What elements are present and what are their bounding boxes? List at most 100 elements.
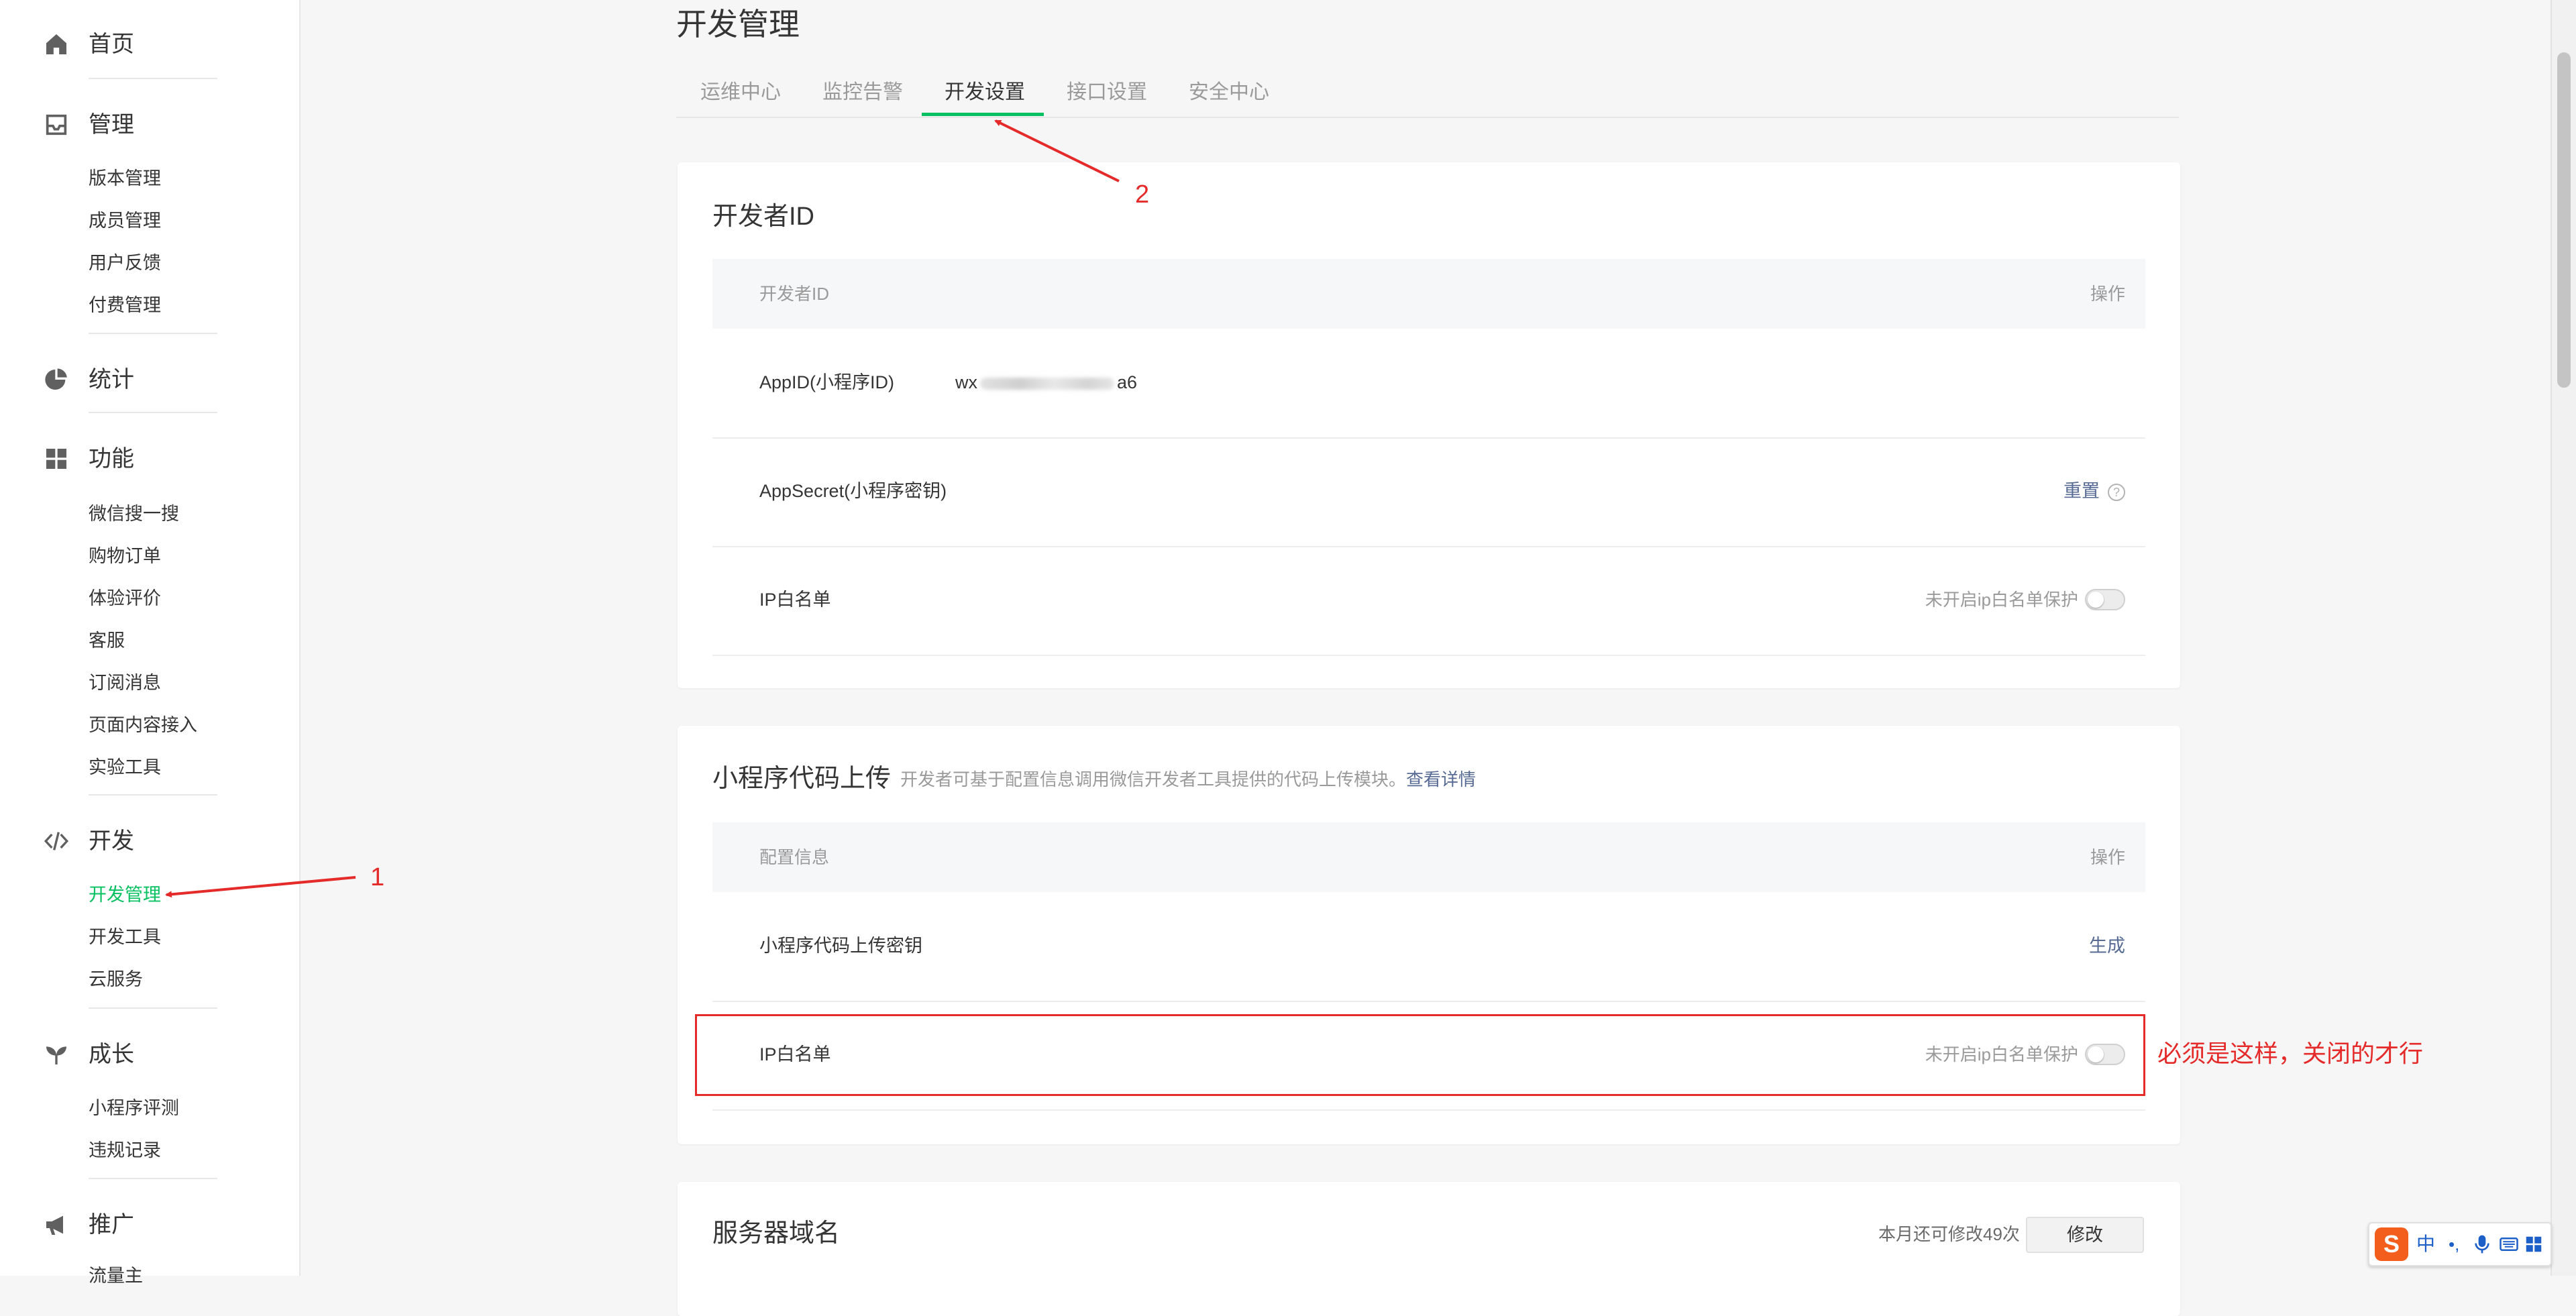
ip-whitelist-label: IP白名单 [759, 590, 831, 610]
nav-group-label: 管理 [89, 112, 134, 138]
sidebar-item-content-access[interactable]: 页面内容接入 [89, 712, 197, 738]
ime-toolbar[interactable]: S 中 •, [2368, 1222, 2552, 1266]
table-row: IP白名单 未开启ip白名单保护 [712, 546, 2145, 656]
card-title: 开发者ID [712, 203, 815, 231]
scrollbar-thumb[interactable] [2557, 52, 2571, 388]
nav-group-label: 推广 [89, 1212, 134, 1238]
sidebar-item-payment[interactable]: 付费管理 [89, 292, 161, 319]
annotation-number-2: 2 [1135, 180, 1150, 209]
tab-ops-center[interactable]: 运维中心 [700, 76, 781, 109]
tab-bar: 运维中心 监控告警 开发设置 接口设置 安全中心 [676, 72, 2179, 118]
nav-group-promotion[interactable]: 推广 [0, 1198, 299, 1245]
sidebar-item-customer-service[interactable]: 客服 [89, 627, 125, 654]
table-row: AppSecret(小程序密钥) 重置? [712, 437, 2145, 547]
punctuation-icon[interactable]: •, [2449, 1234, 2459, 1254]
divider [89, 333, 217, 334]
sidebar-item-subscribe-msg[interactable]: 订阅消息 [89, 669, 161, 696]
nav-group-label: 统计 [89, 367, 134, 392]
tab-dev-settings[interactable]: 开发设置 [945, 76, 1025, 109]
nav-group-home[interactable]: 首页 [0, 17, 299, 64]
annotation-number-1: 1 [370, 863, 385, 891]
nav-group-label: 功能 [89, 446, 134, 472]
nav-group-label: 成长 [89, 1042, 134, 1067]
toolbox-grid-icon[interactable] [2524, 1234, 2544, 1254]
divider [89, 412, 217, 413]
view-details-link[interactable]: 查看详情 [1406, 769, 1476, 789]
ime-language[interactable]: 中 [2416, 1230, 2435, 1258]
active-tab-indicator [922, 113, 1044, 116]
page-scrollbar[interactable] [2551, 0, 2576, 1276]
upload-key-label: 小程序代码上传密钥 [759, 936, 922, 956]
modify-quota: 本月还可修改49次 [1878, 1224, 2020, 1244]
nav-group-label: 首页 [89, 32, 134, 57]
sidebar-item-traffic[interactable]: 流量主 [89, 1262, 143, 1289]
nav-group-develop[interactable]: 开发 [0, 814, 299, 861]
sidebar-item-violations[interactable]: 违规记录 [89, 1137, 161, 1164]
sidebar-item-version[interactable]: 版本管理 [89, 165, 161, 192]
table-row: 小程序代码上传密钥 生成 [712, 892, 2145, 1002]
annotation-highlight-box [695, 1014, 2145, 1096]
card-description: 开发者可基于配置信息调用微信开发者工具提供的代码上传模块。查看详情 [900, 766, 1476, 793]
generate-key-link[interactable]: 生成 [2089, 932, 2125, 959]
divider [89, 794, 217, 796]
sidebar-item-feedback[interactable]: 用户反馈 [89, 250, 161, 276]
column-header: 开发者ID [759, 284, 830, 304]
column-header: 操作 [2090, 847, 2125, 867]
developer-id-card: 开发者ID 开发者ID 操作 AppID(小程序ID) wx a6 AppSecr… [678, 162, 2180, 688]
help-icon[interactable]: ? [2108, 483, 2125, 501]
reset-secret-link[interactable]: 重置? [2063, 478, 2125, 504]
ip-whitelist-toggle[interactable] [2085, 589, 2125, 610]
nav-group-stats[interactable]: 统计 [0, 353, 299, 400]
sidebar: 首页 管理 版本管理 成员管理 用户反馈 付费管理 统计 功能 微信搜一搜 购物… [0, 0, 301, 1286]
nav-group-features[interactable]: 功能 [0, 432, 299, 479]
redacted-blur [980, 377, 1114, 390]
tab-security-center[interactable]: 安全中心 [1189, 76, 1269, 109]
reset-label: 重置 [2063, 481, 2100, 501]
divider [89, 78, 217, 79]
code-icon [44, 832, 69, 851]
column-header: 配置信息 [759, 847, 830, 867]
grid-icon [46, 449, 66, 469]
sprout-icon [46, 1046, 66, 1064]
sidebar-item-experiment[interactable]: 实验工具 [89, 754, 161, 781]
annotation-note: 必须是这样，关闭的才行 [2157, 1040, 2424, 1067]
sidebar-item-evaluation[interactable]: 小程序评测 [89, 1095, 179, 1121]
keyboard-icon[interactable] [2498, 1234, 2520, 1254]
column-header: 操作 [2090, 284, 2125, 304]
card-title: 小程序代码上传 [712, 765, 892, 793]
nav-group-growth[interactable]: 成长 [0, 1028, 299, 1075]
table-header: 开发者ID 操作 [712, 259, 2145, 329]
modify-button[interactable]: 修改 [2026, 1217, 2144, 1253]
description-text: 开发者可基于配置信息调用微信开发者工具提供的代码上传模块。 [900, 769, 1407, 789]
page-title: 开发管理 [676, 7, 800, 42]
appsecret-label: AppSecret(小程序密钥) [759, 481, 947, 501]
card-title: 服务器域名 [712, 1219, 841, 1248]
sidebar-item-members[interactable]: 成员管理 [89, 207, 161, 234]
nav-group-label: 开发 [89, 828, 134, 854]
divider [89, 1007, 217, 1009]
megaphone-icon [46, 1215, 63, 1235]
table-row: AppID(小程序ID) wx a6 [712, 329, 2145, 439]
sidebar-item-cloud[interactable]: 云服务 [89, 966, 143, 993]
appid-value: wx a6 [955, 369, 1137, 396]
sidebar-item-orders[interactable]: 购物订单 [89, 543, 161, 569]
inbox-icon [46, 114, 67, 135]
toggle-knob [2088, 592, 2104, 608]
sidebar-item-wechat-search[interactable]: 微信搜一搜 [89, 500, 179, 527]
table-header: 配置信息 操作 [712, 822, 2145, 892]
appid-label: AppID(小程序ID) [759, 372, 895, 392]
sidebar-item-dev-tools[interactable]: 开发工具 [89, 924, 161, 950]
server-domain-card: 服务器域名 本月还可修改49次 修改 [678, 1182, 2180, 1316]
divider [89, 1178, 217, 1179]
home-icon [46, 34, 66, 54]
sidebar-item-dev-manage[interactable]: 开发管理 [89, 881, 161, 908]
tab-monitoring[interactable]: 监控告警 [822, 76, 903, 109]
sidebar-item-reviews[interactable]: 体验评价 [89, 585, 161, 612]
sogou-logo-icon: S [2375, 1227, 2408, 1261]
tab-api-settings[interactable]: 接口设置 [1067, 76, 1147, 109]
microphone-icon[interactable] [2471, 1233, 2493, 1256]
appid-prefix: wx [955, 372, 977, 392]
pie-chart-icon [45, 368, 67, 390]
appid-suffix: a6 [1117, 372, 1138, 392]
nav-group-manage[interactable]: 管理 [0, 98, 299, 145]
